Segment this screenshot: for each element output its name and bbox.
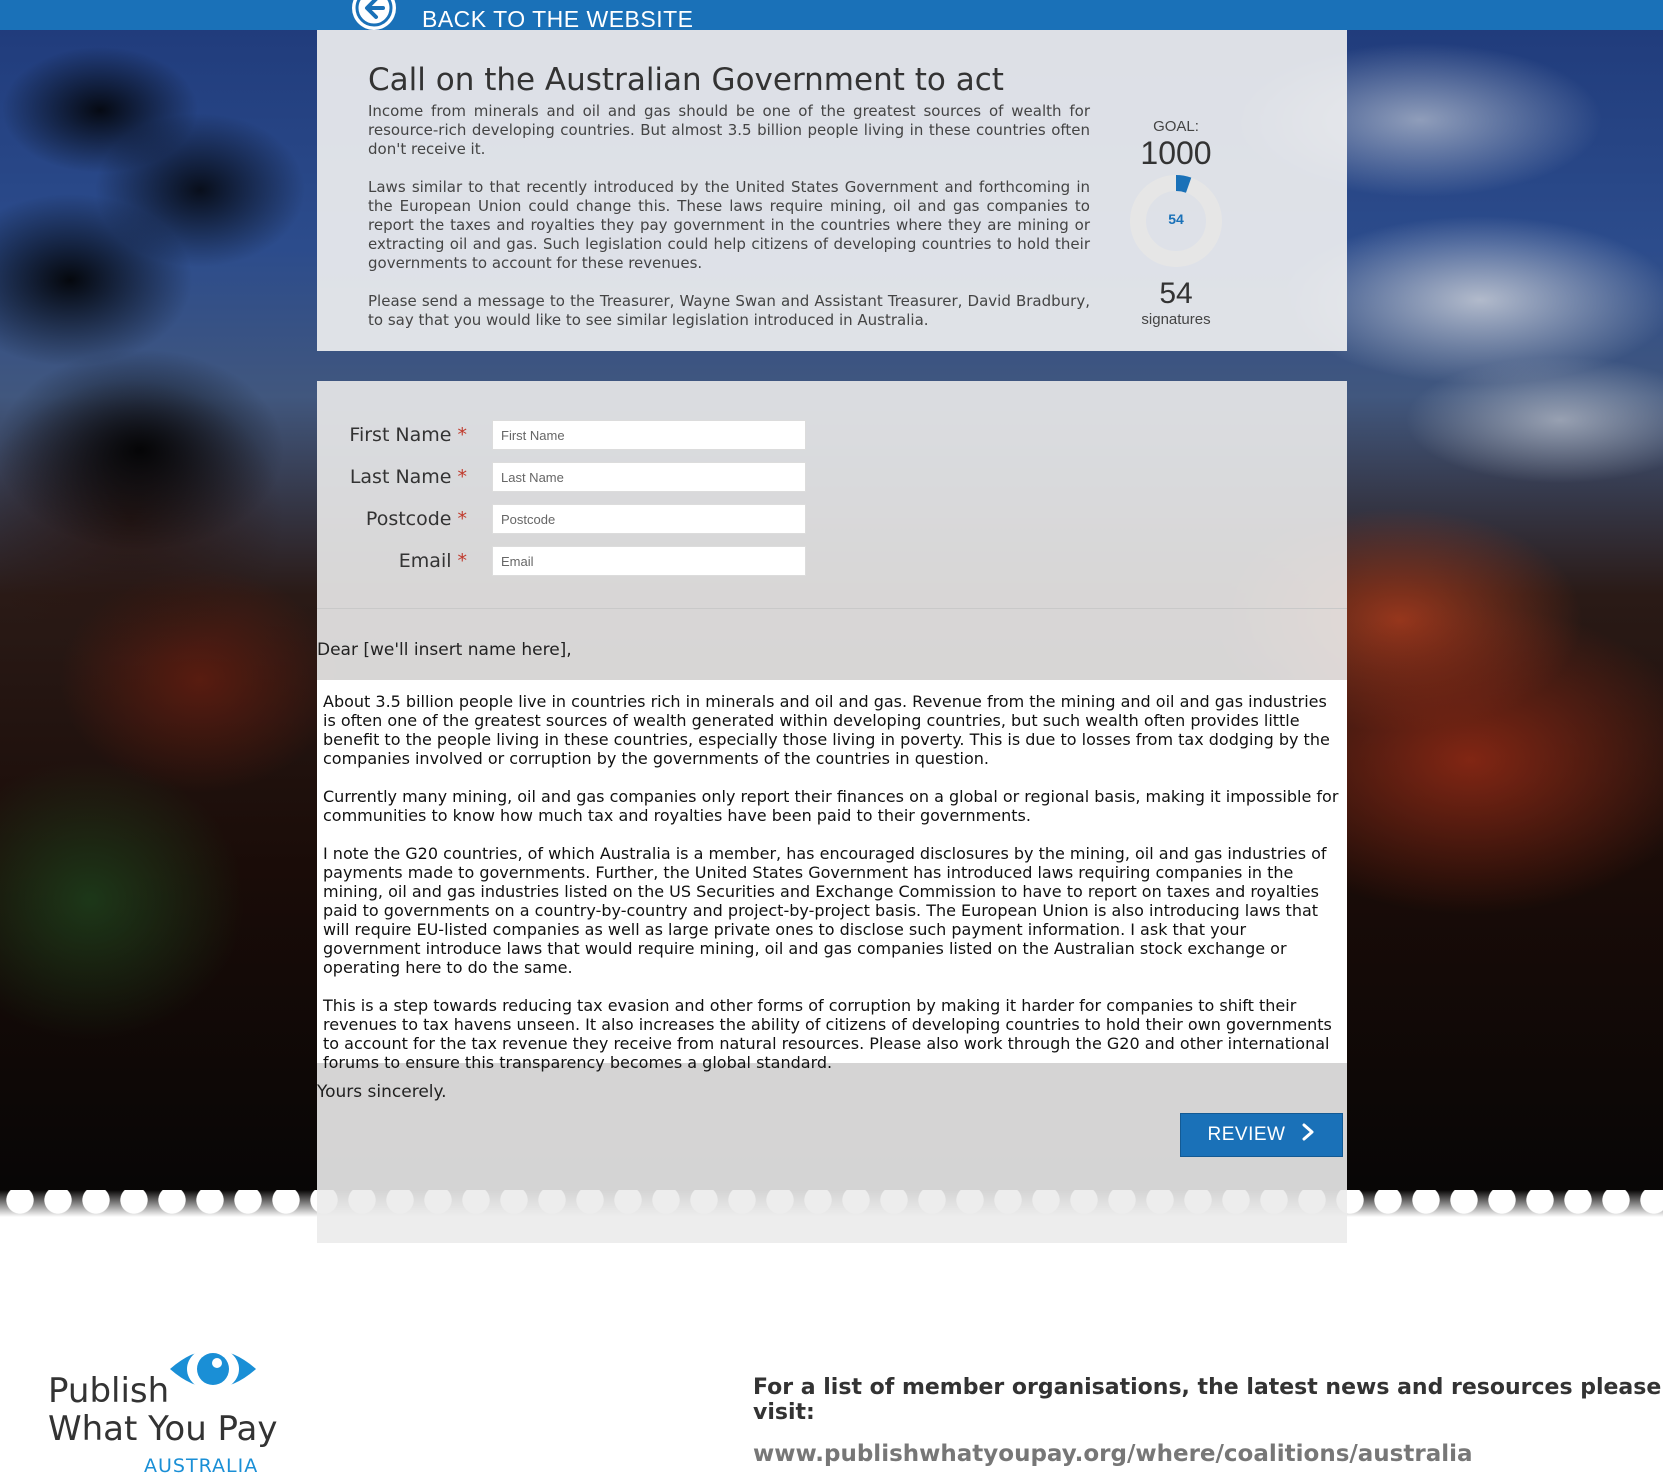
back-to-website-label: BACK TO THE WEBSITE [422,6,694,32]
letter-salutation: Dear [we'll insert name here], [317,640,572,660]
letter-signoff: Yours sincerely. [317,1082,447,1102]
postcode-label: Postcode * [366,508,467,530]
last-name-label-text: Last Name [349,466,452,488]
required-mark: * [457,550,468,572]
signature-label: signatures [1141,311,1211,328]
required-mark: * [457,508,468,530]
email-label: Email * [399,550,467,572]
publish-what-you-pay-logo[interactable]: Publish What You Pay AUSTRALIA [48,1347,318,1477]
review-button-label: REVIEW [1207,1124,1286,1145]
intro-paragraph: Please send a message to the Treasurer, … [368,292,1090,329]
signature-count: 54 [1159,277,1193,310]
petition-form: First Name* Last Name* Postcode* Email* … [317,381,1347,1243]
required-mark: * [457,424,468,446]
first-name-field[interactable] [492,420,806,450]
email-label-text: Email [398,550,452,572]
logo-text-publish: Publish [48,1371,170,1411]
first-name-label-text: First Name [349,424,452,446]
letter-paragraph: About 3.5 billion people live in countri… [323,692,1330,768]
goal-label: GOAL: [1153,118,1199,135]
review-button[interactable]: REVIEW [1180,1113,1343,1157]
top-bar: BACK TO THE WEBSITE [0,0,1663,32]
intro-paragraph: Income from minerals and oil and gas sho… [368,102,1090,158]
page-title: Call on the Australian Government to act [368,62,1004,98]
intro-text: Income from minerals and oil and gas sho… [368,102,1090,349]
last-name-row: Last Name * [317,462,1347,494]
email-row: Email * [317,546,1347,578]
goal-value: 1000 [1140,135,1212,171]
postcode-row: Postcode * [317,504,1347,536]
email-field[interactable] [492,546,806,576]
footer-info: For a list of member organisations, the … [753,1375,1663,1467]
letter-paragraph: This is a step towards reducing tax evas… [323,996,1332,1072]
logo-text-what-you-pay: What You Pay [48,1409,278,1449]
letter-paragraph: I note the G20 countries, of which Austr… [323,844,1327,977]
signature-goal-widget: GOAL: 1000 54 54 signatures [1111,118,1241,328]
letter-paragraph: Currently many mining, oil and gas compa… [323,787,1339,825]
intro-panel: Call on the Australian Government to act… [317,30,1347,351]
logo-text-australia: AUSTRALIA [144,1455,259,1477]
eye-icon [168,1339,258,1404]
progress-count: 54 [1168,211,1184,227]
postcode-label-text: Postcode [365,508,452,530]
background-trees [0,30,320,590]
arrow-left-circle-icon [352,0,396,30]
back-to-website-link[interactable]: BACK TO THE WEBSITE [352,0,694,32]
last-name-field[interactable] [492,462,806,492]
letter-body-textarea[interactable]: About 3.5 billion people live in countri… [317,680,1347,1072]
chevron-right-icon [1301,1123,1315,1147]
first-name-label: First Name * [349,424,467,446]
required-mark: * [457,466,468,488]
intro-paragraph: Laws similar to that recently introduced… [368,178,1090,272]
postcode-field[interactable] [492,504,806,534]
form-divider [317,608,1347,609]
last-name-label: Last Name * [350,466,467,488]
first-name-row: First Name * [317,420,1347,452]
coalition-url-link[interactable]: www.publishwhatyoupay.org/where/coalitio… [753,1441,1663,1467]
footer-lead-text: For a list of member organisations, the … [753,1375,1662,1425]
signature-progress-meter: 54 [1126,171,1226,271]
